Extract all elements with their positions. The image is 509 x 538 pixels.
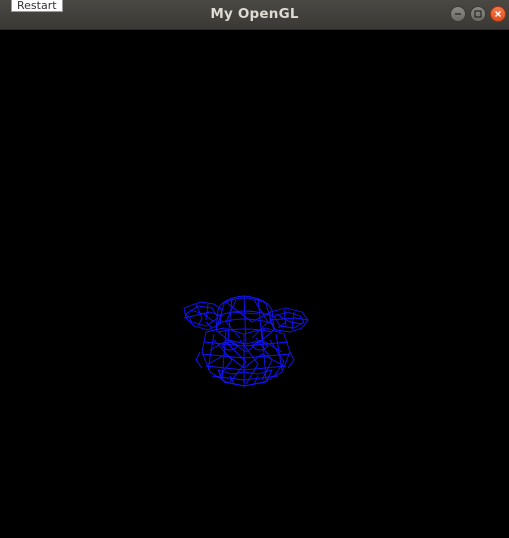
minimize-icon: [455, 13, 461, 15]
window-title: My OpenGL: [210, 6, 299, 22]
title-bar[interactable]: My OpenGL: [0, 0, 509, 30]
opengl-viewport[interactable]: [0, 30, 509, 538]
close-icon: [495, 11, 501, 17]
wireframe-model: [183, 295, 309, 387]
close-button[interactable]: [490, 6, 506, 22]
restart-tooltip: Restart: [11, 0, 63, 12]
opengl-window: My OpenGL Restart: [0, 0, 509, 538]
minimize-button[interactable]: [450, 6, 466, 22]
maximize-icon: [474, 10, 482, 18]
maximize-button[interactable]: [470, 6, 486, 22]
